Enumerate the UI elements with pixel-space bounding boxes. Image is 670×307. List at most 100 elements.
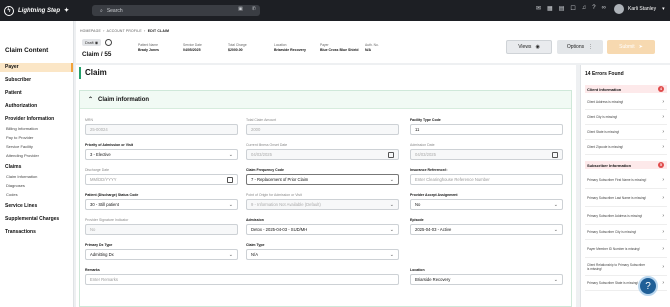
meta-auth-no: Auth. No. N/A xyxy=(365,43,379,52)
sidebar-item-subscriber[interactable]: Subscriber xyxy=(0,76,73,85)
remarks-field: Remarks Enter Remarks xyxy=(85,268,399,285)
status-badge: Draft ◉ xyxy=(82,39,102,46)
app-name: Lightning Step xyxy=(18,7,60,14)
global-search[interactable]: ⌕ Search ▣ ✆ xyxy=(92,5,260,16)
meta-location: Location Briarside Recovery xyxy=(274,43,306,52)
sidebar-subitem-pay-to-provider[interactable]: Pay to Provider xyxy=(0,134,73,142)
block-icon[interactable] xyxy=(105,39,113,46)
claim-number: Claim / 55 xyxy=(82,51,112,58)
sidebar-subitem-diagnoses[interactable]: Diagnoses xyxy=(0,182,73,190)
calendar-icon xyxy=(388,152,394,158)
sidebar-item-provider-information[interactable]: Provider Information xyxy=(0,115,73,124)
top-bar: ϟ Lightning Step ✦ ⌕ Search ▣ ✆ ✉ ▦ ▤ ☐ … xyxy=(0,0,670,21)
chevron-down-icon: ▾ xyxy=(662,6,665,12)
sidebar-subitem-service-facility[interactable]: Service Facility xyxy=(0,143,73,151)
calendar-icon xyxy=(227,177,233,183)
error-item[interactable]: Primary Subscriber Address is missing! › xyxy=(585,207,667,225)
sidebar-title: Claim Content xyxy=(5,47,49,54)
search-icon: ⌕ xyxy=(100,7,103,14)
sidebar-item-payer[interactable]: Payer xyxy=(0,63,73,72)
sidebar-item-claims[interactable]: Claims xyxy=(0,163,73,172)
sidebar-subitem-billing-information[interactable]: Billing Information xyxy=(0,125,73,133)
provider-signature-field: Provider Signature Indicator No xyxy=(85,218,238,235)
claim-content-sidebar: Claim Content Payer Subscriber Patient A… xyxy=(0,21,74,307)
more-vertical-icon: ⋮ xyxy=(588,44,594,50)
insurance-reference-field: Insurance Reference#: Enter Clearinghous… xyxy=(410,168,563,185)
chevron-down-icon: ⌄ xyxy=(553,227,558,233)
meta-patient-name: Patient Name Brady Jones xyxy=(138,43,160,52)
chevron-down-icon: ⌄ xyxy=(389,177,394,183)
eye-icon: ◉ xyxy=(535,44,540,50)
chevron-down-icon: ⌄ xyxy=(228,202,233,208)
breadcrumb-account-profile[interactable]: ACCOUNT PROFILE xyxy=(107,29,142,33)
error-item[interactable]: Primary Subscriber City is missing! › xyxy=(585,225,667,240)
page-title: Claim xyxy=(79,67,107,79)
sidebar-item-transactions[interactable]: Transactions xyxy=(0,228,73,237)
send-icon: ➤ xyxy=(638,44,643,50)
phone-icon[interactable]: ✆ xyxy=(252,6,256,12)
app-logo[interactable]: ϟ Lightning Step ✦ xyxy=(4,5,92,16)
bell-icon[interactable]: ♫ xyxy=(582,5,587,12)
priority-field: Priority of Admission or Visit 3 - Elect… xyxy=(85,143,238,160)
error-item[interactable]: Primary Subscriber Last Name is missing!… xyxy=(585,189,667,207)
error-count-badge: 5 xyxy=(658,162,664,168)
section-header[interactable]: ⌃ Claim information xyxy=(80,91,571,109)
sidebar-item-patient[interactable]: Patient xyxy=(0,89,73,98)
patient-status-code-field: Patient (Discharge) Status Code 30 - Sti… xyxy=(85,193,238,210)
question-icon: ? xyxy=(645,280,651,292)
eye-icon: ◉ xyxy=(94,40,99,45)
error-group-client-information[interactable]: Client Information 4 xyxy=(585,85,667,93)
error-item[interactable]: Client Relationship to Primary Subscribe… xyxy=(585,258,667,276)
total-claim-amount-field: Total Claim Amount 2000 xyxy=(246,118,399,135)
error-item[interactable]: Client Address is missing! › xyxy=(585,95,667,110)
search-input[interactable]: Search xyxy=(107,8,123,14)
user-name: Karli Stanley xyxy=(628,6,657,12)
link-icon[interactable]: ∞ xyxy=(602,5,606,12)
help-icon[interactable]: ? xyxy=(592,5,595,12)
errors-title: 14 Errors Found xyxy=(585,71,624,77)
sidebar-subitem-attending-provider[interactable]: Attending Provider xyxy=(0,152,73,160)
current-illness-onset-date-field: Current Illness Onset Date 04/03/2025 xyxy=(246,143,399,160)
error-item[interactable]: Client Zipcode is missing! › xyxy=(585,140,667,155)
meta-payer: Payer Blue Cross Blue Shield xyxy=(320,43,359,52)
views-button[interactable]: Views ◉ xyxy=(506,40,552,54)
chevron-right-icon: › xyxy=(662,280,664,286)
help-chat-button[interactable]: ? xyxy=(638,276,658,296)
error-item[interactable]: Payer Member ID Number is missing! › xyxy=(585,240,667,258)
chevron-down-icon: ⌄ xyxy=(389,227,394,233)
mrn-field: MRN 25-00024 xyxy=(85,118,238,135)
calendar-top-icon[interactable]: ▦ xyxy=(547,5,553,12)
point-of-origin-field: Point of Origin for Admission or Visit 9… xyxy=(246,193,399,210)
chevron-down-icon: ⌄ xyxy=(389,252,394,258)
error-item[interactable]: Client State is missing! › xyxy=(585,125,667,140)
submit-button[interactable]: Submit ➤ xyxy=(607,40,655,54)
error-item[interactable]: Client City is missing! › xyxy=(585,110,667,125)
chevron-right-icon: › xyxy=(662,114,664,120)
facility-type-code-field: Facility Type Code 11 xyxy=(410,118,563,135)
options-button[interactable]: Options ⋮ xyxy=(557,40,603,54)
chevron-down-icon: ⌄ xyxy=(553,202,558,208)
user-menu[interactable]: Karli Stanley ▾ xyxy=(614,4,665,14)
breadcrumb-homepage[interactable]: HOMEPAGE xyxy=(80,29,101,33)
clipboard-icon[interactable]: ▤ xyxy=(559,5,565,12)
avatar xyxy=(614,4,624,14)
provider-accept-assignment-field: Provider Accept Assignment No ⌄ xyxy=(410,193,563,210)
error-count-badge: 4 xyxy=(658,86,664,92)
discharge-date-field: Discharge Date MM/DD/YYYY xyxy=(85,168,238,185)
chevron-right-icon: › xyxy=(662,245,664,252)
sidebar-item-service-lines[interactable]: Service Lines xyxy=(0,202,73,211)
location-field: Location Briarside Recovery ⌄ xyxy=(410,268,563,285)
sidebar-subitem-codes[interactable]: Codes xyxy=(0,191,73,199)
messages-icon[interactable]: ✉ xyxy=(536,5,541,12)
chevron-down-icon: ⌄ xyxy=(228,152,233,158)
sidebar-subitem-claim-information[interactable]: Claim Information xyxy=(0,173,73,181)
calendar-icon[interactable]: ▣ xyxy=(238,6,243,12)
episode-field: Episode 2025-04-03 - Active ⌄ xyxy=(410,218,563,235)
sidebar-item-supplemental-charges[interactable]: Supplemental Charges xyxy=(0,215,73,224)
error-item[interactable]: Primary Subscriber First Name is missing… xyxy=(585,171,667,189)
sidebar-item-authorization[interactable]: Authorization xyxy=(0,102,73,111)
claim-header: HOMEPAGE › ACCOUNT PROFILE › EDIT CLAIM … xyxy=(76,21,670,63)
lightning-icon: ϟ xyxy=(4,5,14,16)
chat-icon[interactable]: ☐ xyxy=(570,5,575,12)
error-group-subscriber-information[interactable]: Subscriber Information 5 xyxy=(585,161,667,169)
